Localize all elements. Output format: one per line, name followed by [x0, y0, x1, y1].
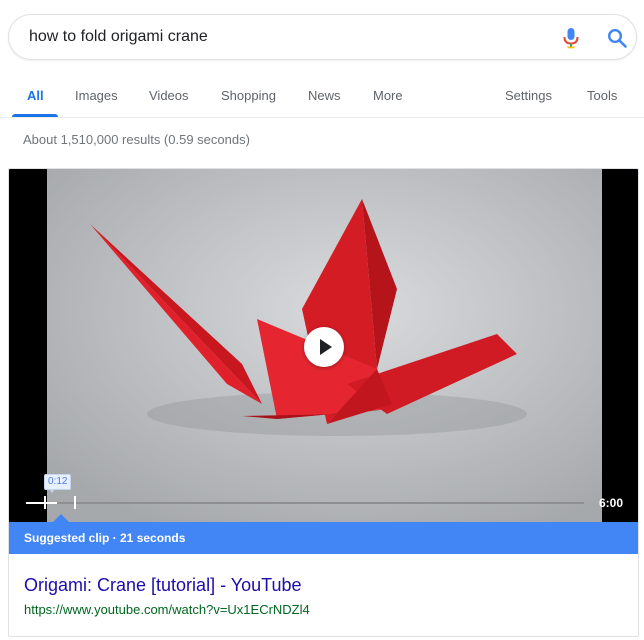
video-result-card: 0:12 6:00 Suggested clip · 21 seconds Or…: [8, 168, 639, 637]
tab-more[interactable]: More: [373, 88, 403, 103]
progress-track[interactable]: [26, 502, 584, 504]
search-icon[interactable]: [607, 28, 627, 48]
suggested-clip-bar[interactable]: Suggested clip · 21 seconds: [9, 522, 638, 554]
tab-news[interactable]: News: [308, 88, 341, 103]
result-stats: About 1,510,000 results (0.59 seconds): [23, 132, 250, 147]
video-duration: 6:00: [599, 496, 624, 510]
tab-shopping[interactable]: Shopping: [221, 88, 276, 103]
suggested-clip-range[interactable]: [26, 502, 57, 504]
play-button[interactable]: [304, 327, 344, 367]
result-title-link[interactable]: Origami: Crane [tutorial] - YouTube: [24, 575, 301, 596]
search-input[interactable]: how to fold origami crane: [29, 28, 208, 46]
clip-start-marker[interactable]: [44, 496, 46, 509]
play-icon: [320, 339, 332, 355]
tab-images[interactable]: Images: [75, 88, 118, 103]
search-box[interactable]: how to fold origami crane: [8, 14, 637, 60]
tab-videos[interactable]: Videos: [149, 88, 189, 103]
microphone-icon[interactable]: [561, 27, 581, 49]
active-tab-indicator: [12, 114, 58, 117]
clip-start-tooltip: 0:12: [44, 474, 72, 493]
tab-all[interactable]: All: [27, 88, 44, 103]
tab-settings[interactable]: Settings: [505, 88, 552, 103]
tab-tools[interactable]: Tools: [587, 88, 617, 103]
clip-end-marker[interactable]: [74, 496, 76, 509]
search-tabs: All Images Videos Shopping News More Set…: [0, 80, 644, 118]
suggested-clip-pointer: [53, 514, 69, 522]
result-url[interactable]: https://www.youtube.com/watch?v=Ux1ECrND…: [24, 602, 310, 617]
video-player[interactable]: 0:12 6:00: [9, 169, 638, 522]
